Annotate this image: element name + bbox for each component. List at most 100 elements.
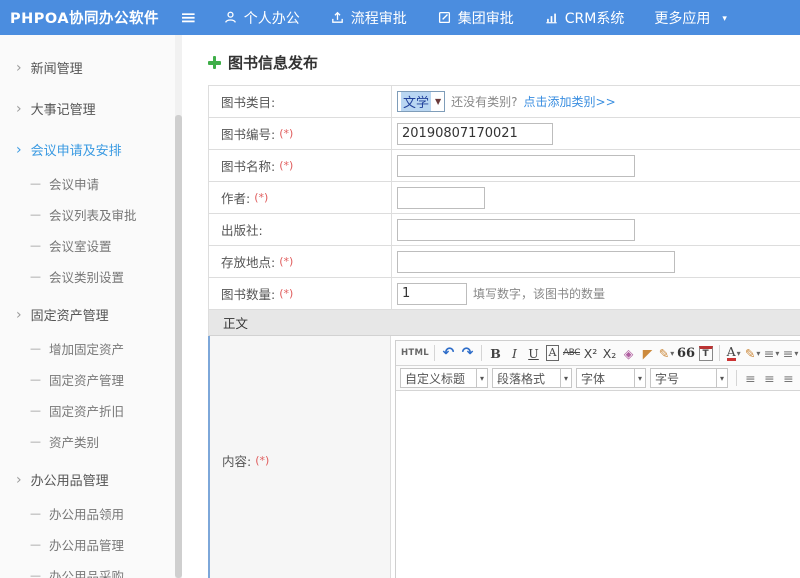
menu-crm-system[interactable]: CRM系统 bbox=[544, 8, 625, 28]
required-mark: (*) bbox=[255, 454, 269, 467]
blockquote-button[interactable]: 66 bbox=[677, 343, 695, 363]
category-select[interactable]: 文学 ▼ bbox=[397, 91, 445, 112]
form-row-quantity: 图书数量: (*) 填写数字，该图书的数量 bbox=[209, 278, 800, 310]
format-painter-icon[interactable]: ✎▾ bbox=[658, 343, 675, 363]
clear-format-icon[interactable]: ◤ bbox=[639, 343, 656, 363]
eraser-icon[interactable]: ◈ bbox=[620, 343, 637, 363]
sidebar-item-fixed-asset-depreciation[interactable]: — 固定资产折旧 bbox=[0, 395, 182, 426]
sidebar-item-meeting-room-settings[interactable]: — 会议室设置 bbox=[0, 230, 182, 261]
unordered-list-button[interactable]: ≡▾ bbox=[782, 343, 799, 363]
subscript-button[interactable]: X₂ bbox=[601, 343, 618, 363]
dash-icon: — bbox=[30, 208, 41, 221]
quantity-label: 图书数量: bbox=[221, 284, 275, 303]
sidebar-scrollbar-track[interactable] bbox=[175, 35, 182, 578]
location-input[interactable] bbox=[397, 251, 675, 273]
add-category-link[interactable]: 点击添加类别>> bbox=[524, 93, 616, 110]
sidebar-item-supplies-purchase[interactable]: — 办公用品采购 bbox=[0, 560, 182, 578]
body-section-bar: 正文 bbox=[209, 310, 800, 336]
sidebar-item-asset-category[interactable]: — 资产类别 bbox=[0, 426, 182, 457]
main-content: 图书信息发布 图书类目: 文学 ▼ 还没有类别? 点击添加类别>> 图书编号: bbox=[182, 35, 800, 578]
editor-content-area[interactable] bbox=[396, 391, 800, 578]
book-number-input[interactable] bbox=[397, 123, 553, 145]
required-mark: (*) bbox=[279, 287, 293, 300]
content-label: 内容: bbox=[222, 451, 251, 470]
undo-icon[interactable]: ↶ bbox=[440, 343, 457, 363]
underline-button[interactable]: U bbox=[525, 343, 542, 363]
form-row-publisher: 出版社: bbox=[209, 214, 800, 246]
sidebar-item-supplies-request[interactable]: — 办公用品领用 bbox=[0, 498, 182, 529]
quantity-input[interactable] bbox=[397, 283, 467, 305]
chevron-right-icon: › bbox=[16, 102, 22, 116]
paste-plain-text-icon[interactable]: T bbox=[699, 346, 713, 361]
form-row-author: 作者: (*) bbox=[209, 182, 800, 214]
font-color-button[interactable]: A▾ bbox=[725, 343, 742, 363]
ordered-list-button[interactable]: ≡▾ bbox=[763, 343, 780, 363]
topbar: PHPOA协同办公软件 ≡ 个人办公 流程审批 集团审批 CRM系统 更多应用 … bbox=[0, 0, 800, 35]
html-source-button[interactable]: HTML bbox=[401, 343, 429, 363]
author-input[interactable] bbox=[397, 187, 485, 209]
custom-heading-select[interactable]: 自定义标题 ▾ bbox=[400, 368, 488, 388]
sidebar-item-news-management[interactable]: › 新闻管理 bbox=[0, 49, 182, 86]
menu-group-approval[interactable]: 集团审批 bbox=[437, 8, 514, 28]
sidebar-item-meeting-management[interactable]: › 会议申请及安排 bbox=[0, 131, 182, 168]
sidebar-item-meeting-apply[interactable]: — 会议申请 bbox=[0, 168, 182, 199]
sidebar-item-fixed-assets[interactable]: › 固定资产管理 bbox=[0, 296, 182, 333]
redo-icon[interactable]: ↷ bbox=[459, 343, 476, 363]
category-label: 图书类目: bbox=[221, 92, 275, 111]
sidebar-item-meeting-category-settings[interactable]: — 会议类别设置 bbox=[0, 261, 182, 292]
book-number-label: 图书编号: bbox=[221, 124, 275, 143]
sidebar-item-fixed-asset-management[interactable]: — 固定资产管理 bbox=[0, 364, 182, 395]
editor-toolbar-row1: HTML ↶ ↷ B I U A ABC X² X₂ ◈ ◤ bbox=[396, 341, 800, 366]
form-row-book-number: 图书编号: (*) bbox=[209, 118, 800, 150]
caret-down-icon: ▾ bbox=[560, 369, 571, 387]
required-mark: (*) bbox=[279, 159, 293, 172]
align-center-icon[interactable]: ≡ bbox=[761, 368, 778, 388]
chevron-right-icon: › bbox=[16, 308, 22, 322]
menu-more-apps[interactable]: 更多应用 bbox=[654, 8, 710, 28]
sidebar-item-meeting-list-approval[interactable]: — 会议列表及审批 bbox=[0, 199, 182, 230]
upload-arrow-icon bbox=[330, 10, 345, 25]
strikethrough-button[interactable]: ABC bbox=[563, 343, 580, 363]
rich-text-editor: HTML ↶ ↷ B I U A ABC X² X₂ ◈ ◤ bbox=[395, 340, 800, 578]
required-mark: (*) bbox=[254, 191, 268, 204]
menu-process-approval[interactable]: 流程审批 bbox=[330, 8, 407, 28]
highlight-color-button[interactable]: ✎▾ bbox=[744, 343, 761, 363]
publisher-input[interactable] bbox=[397, 219, 635, 241]
select-caret-icon: ▼ bbox=[435, 97, 441, 106]
menu-personal-office[interactable]: 个人办公 bbox=[223, 8, 300, 28]
book-name-label: 图书名称: bbox=[221, 156, 275, 175]
dash-icon: — bbox=[30, 270, 41, 283]
bold-button[interactable]: B bbox=[487, 343, 504, 363]
book-name-input[interactable] bbox=[397, 155, 635, 177]
dash-icon: — bbox=[30, 177, 41, 190]
sidebar-item-office-supplies[interactable]: › 办公用品管理 bbox=[0, 461, 182, 498]
dash-icon: — bbox=[30, 507, 41, 520]
required-mark: (*) bbox=[279, 127, 293, 140]
sidebar-nav: › 新闻管理 › 大事记管理 › 会议申请及安排 — 会议申请 — 会议列表及审… bbox=[0, 35, 182, 578]
italic-button[interactable]: I bbox=[506, 343, 523, 363]
caret-down-icon[interactable]: ▾ bbox=[722, 12, 727, 24]
hamburger-menu-icon[interactable]: ≡ bbox=[172, 7, 209, 29]
quantity-hint: 填写数字，该图书的数量 bbox=[473, 285, 605, 302]
chevron-right-icon: › bbox=[16, 473, 22, 487]
topbar-menu: 个人办公 流程审批 集团审批 CRM系统 更多应用 ▾ bbox=[223, 8, 727, 28]
form-row-book-name: 图书名称: (*) bbox=[209, 150, 800, 182]
superscript-button[interactable]: X² bbox=[582, 343, 599, 363]
sidebar-item-supplies-management[interactable]: — 办公用品管理 bbox=[0, 529, 182, 560]
edit-square-icon bbox=[437, 10, 452, 25]
caret-down-icon: ▾ bbox=[476, 369, 487, 387]
sidebar-item-add-fixed-asset[interactable]: — 增加固定资产 bbox=[0, 333, 182, 364]
sidebar-item-milestone-management[interactable]: › 大事记管理 bbox=[0, 90, 182, 127]
font-border-button[interactable]: A bbox=[546, 345, 560, 361]
align-right-icon[interactable]: ≡ bbox=[780, 368, 797, 388]
dash-icon: — bbox=[30, 569, 41, 578]
publisher-label: 出版社: bbox=[221, 220, 263, 239]
dash-icon: — bbox=[30, 538, 41, 551]
sidebar-scrollbar-thumb[interactable] bbox=[175, 115, 182, 578]
paragraph-format-select[interactable]: 段落格式 ▾ bbox=[492, 368, 572, 388]
page-title: 图书信息发布 bbox=[182, 35, 800, 85]
font-family-select[interactable]: 字体 ▾ bbox=[576, 368, 646, 388]
font-size-select[interactable]: 字号 ▾ bbox=[650, 368, 728, 388]
dash-icon: — bbox=[30, 239, 41, 252]
align-left-icon[interactable]: ≡ bbox=[742, 368, 759, 388]
